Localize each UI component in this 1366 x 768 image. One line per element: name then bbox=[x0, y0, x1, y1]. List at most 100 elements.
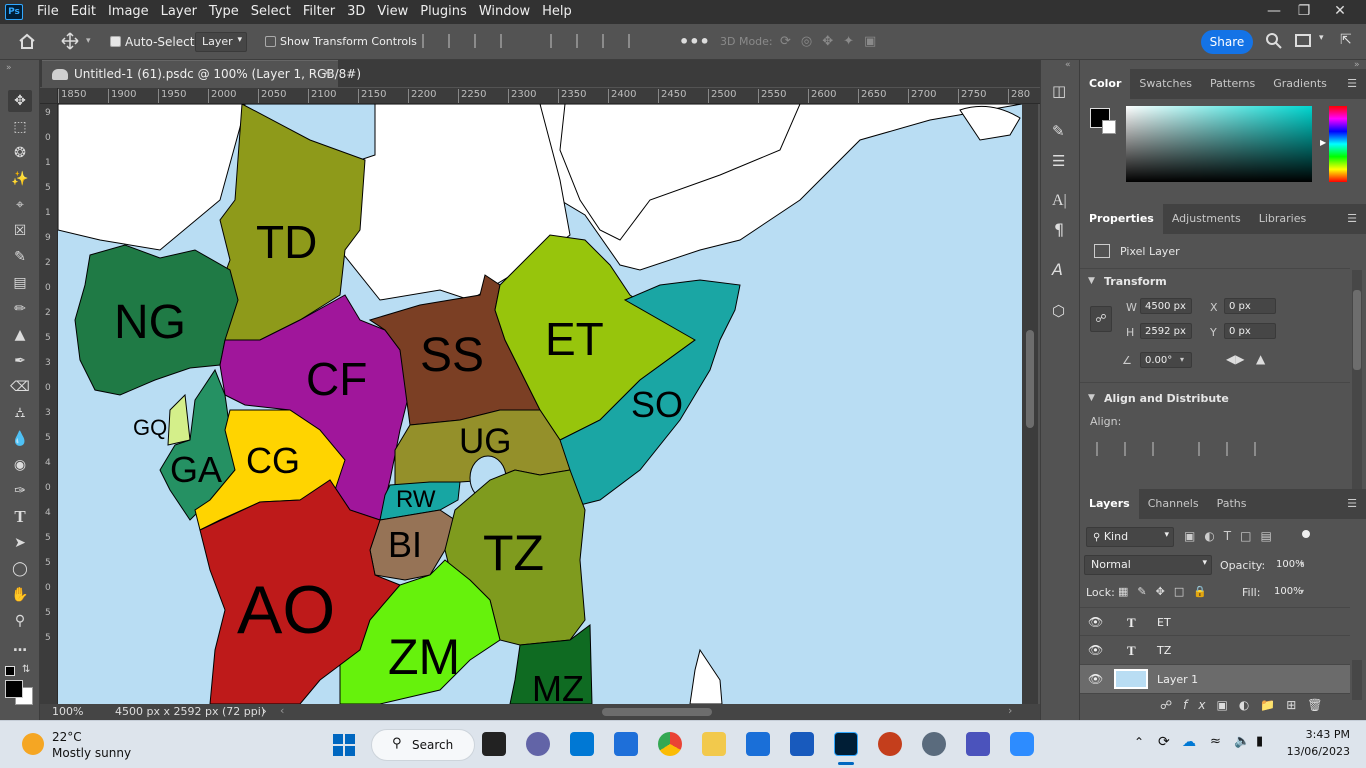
move-tool-icon[interactable]: ✥ bbox=[8, 90, 32, 112]
restore-icon[interactable]: ❐ bbox=[1286, 0, 1322, 24]
volume-icon[interactable]: 🔈 bbox=[1234, 734, 1250, 749]
blur-tool-icon[interactable]: 💧 bbox=[8, 428, 32, 450]
transform-chevron-icon[interactable]: ▼ bbox=[1088, 276, 1095, 286]
zoom-level[interactable]: 100% bbox=[52, 705, 83, 718]
task-view-icon[interactable] bbox=[482, 732, 506, 756]
tab-color[interactable]: Color bbox=[1080, 69, 1131, 99]
menu-file[interactable]: File bbox=[31, 0, 65, 24]
menu-help[interactable]: Help bbox=[536, 0, 578, 24]
properties-scroll-thumb[interactable] bbox=[1353, 290, 1361, 370]
word-icon[interactable] bbox=[790, 732, 814, 756]
default-colors-icon[interactable] bbox=[5, 666, 15, 676]
menu-type[interactable]: Type bbox=[203, 0, 245, 24]
start-icon[interactable] bbox=[333, 734, 355, 756]
zoom-app-icon[interactable] bbox=[1010, 732, 1034, 756]
prop-align-bottom-icon[interactable] bbox=[1254, 442, 1268, 456]
layer-filter-icons[interactable]: ▣◐T□▤ bbox=[1184, 529, 1314, 545]
crop-tool-icon[interactable]: ⌖ bbox=[8, 194, 32, 216]
paint-bucket-tool-icon[interactable]: ⛼ bbox=[8, 402, 32, 424]
layers-footer-icons[interactable]: ☍fx▣◐📁⊞🗑 bbox=[1160, 698, 1350, 714]
clock-time[interactable]: 3:43 PM bbox=[1290, 728, 1350, 741]
tab-properties[interactable]: Properties bbox=[1080, 204, 1163, 234]
layers-menu-icon[interactable]: ☰ bbox=[1338, 489, 1366, 519]
chrome-icon[interactable] bbox=[658, 732, 682, 756]
width-field[interactable]: 4500 px bbox=[1140, 298, 1192, 314]
visibility-eye-icon[interactable]: 👁 bbox=[1088, 636, 1103, 665]
wifi-icon[interactable]: ≈ bbox=[1210, 734, 1221, 749]
tab-gradients[interactable]: Gradients bbox=[1264, 69, 1336, 99]
collapse-panels-icon[interactable]: « bbox=[1065, 60, 1071, 70]
link-dimensions-icon[interactable]: ☍ bbox=[1090, 306, 1112, 332]
file-explorer-icon[interactable] bbox=[702, 732, 726, 756]
status-menu-chevron-icon[interactable]: › bbox=[262, 704, 267, 718]
adjustments-panel-icon[interactable]: ☰ bbox=[1052, 152, 1065, 170]
menu-image[interactable]: Image bbox=[102, 0, 155, 24]
history-brush-tool-icon[interactable]: ✒ bbox=[8, 350, 32, 372]
glyphs-panel-icon[interactable]: A bbox=[1052, 260, 1063, 279]
foreground-color-swatch[interactable] bbox=[5, 680, 23, 698]
workspace-icon[interactable] bbox=[1295, 34, 1311, 47]
hue-slider[interactable] bbox=[1329, 106, 1347, 182]
prop-align-center-icon[interactable] bbox=[1124, 442, 1138, 456]
flip-horizontal-icon[interactable]: ◀▶ bbox=[1226, 352, 1244, 366]
mail-icon[interactable] bbox=[570, 732, 594, 756]
share-export-icon[interactable]: ⇱ bbox=[1340, 32, 1352, 48]
brush-tool-icon[interactable]: ✏ bbox=[8, 298, 32, 320]
menu-view[interactable]: View bbox=[371, 0, 414, 24]
more-options-icon[interactable]: ••• bbox=[679, 32, 710, 51]
tab-channels[interactable]: Channels bbox=[1139, 489, 1208, 519]
menu-select[interactable]: Select bbox=[245, 0, 297, 24]
teams-icon[interactable] bbox=[966, 732, 990, 756]
clock-date[interactable]: 13/06/2023 bbox=[1286, 745, 1350, 758]
menu-window[interactable]: Window bbox=[473, 0, 536, 24]
path-selection-tool-icon[interactable]: ➤ bbox=[8, 532, 32, 554]
search-icon[interactable] bbox=[1265, 32, 1283, 50]
healing-brush-tool-icon[interactable]: ▤ bbox=[8, 272, 32, 294]
auto-select-dropdown[interactable]: Layer ▾ bbox=[195, 32, 247, 52]
document-tab[interactable]: Untitled-1 (61).psdc @ 100% (Layer 1, RG… bbox=[42, 60, 361, 87]
move-tool-icon[interactable] bbox=[60, 32, 80, 50]
home-icon[interactable] bbox=[18, 33, 36, 49]
height-field[interactable]: 2592 px bbox=[1140, 323, 1192, 339]
prop-align-right-icon[interactable] bbox=[1152, 442, 1166, 456]
photoshop-taskbar-icon[interactable] bbox=[834, 732, 858, 756]
menu-layer[interactable]: Layer bbox=[155, 0, 203, 24]
ruler-origin[interactable] bbox=[40, 88, 58, 104]
menu-filter[interactable]: Filter bbox=[297, 0, 341, 24]
weather-icon[interactable] bbox=[22, 733, 44, 755]
angle-field[interactable]: 0.00° bbox=[1140, 352, 1192, 368]
eyedropper-tool-icon[interactable]: ✎ bbox=[8, 246, 32, 268]
layer-row[interactable]: 👁 T TZ bbox=[1080, 636, 1350, 665]
y-field[interactable]: 0 px bbox=[1224, 323, 1276, 339]
chevron-down-icon[interactable]: ▾ bbox=[86, 36, 91, 46]
close-tab-icon[interactable]: ✕ bbox=[322, 66, 332, 80]
dodge-tool-icon[interactable]: ◉ bbox=[8, 454, 32, 476]
clone-stamp-tool-icon[interactable]: ▲ bbox=[8, 324, 32, 346]
flip-vertical-icon[interactable]: ▲ bbox=[1256, 352, 1265, 366]
battery-icon[interactable]: ▮ bbox=[1256, 734, 1263, 749]
horizontal-scroll-thumb[interactable] bbox=[602, 708, 712, 716]
tab-paths[interactable]: Paths bbox=[1208, 489, 1256, 519]
scroll-right-icon[interactable]: › bbox=[1008, 704, 1012, 717]
prop-align-left-icon[interactable] bbox=[1096, 442, 1110, 456]
align-hcenter-icon[interactable] bbox=[448, 34, 462, 48]
color-panel-menu-icon[interactable]: ☰ bbox=[1338, 69, 1366, 99]
tray-chevron-icon[interactable]: ⌃ bbox=[1134, 735, 1144, 749]
3d-panel-icon[interactable]: ⬡ bbox=[1052, 302, 1065, 320]
lock-icons[interactable]: ▦✎✥□🔒 bbox=[1118, 585, 1218, 599]
visibility-eye-icon[interactable]: 👁 bbox=[1088, 608, 1103, 637]
distribute-icon[interactable] bbox=[500, 34, 514, 48]
brush-settings-icon[interactable]: ✎ bbox=[1052, 122, 1065, 140]
magic-wand-tool-icon[interactable]: ✨ bbox=[8, 168, 32, 190]
weather-desc[interactable]: Mostly sunny bbox=[52, 746, 131, 760]
canvas-map[interactable]: TD NG CF SS ET SO UG GQ GA CG RW BI TZ A… bbox=[58, 104, 1022, 704]
hand-tool-icon[interactable]: ✋ bbox=[8, 584, 32, 606]
opacity-field[interactable]: 100% bbox=[1272, 557, 1312, 573]
show-transform-checkbox[interactable] bbox=[265, 36, 276, 47]
collapse-toolbar-icon[interactable]: » bbox=[6, 63, 12, 73]
vertical-scrollbar[interactable] bbox=[1022, 104, 1038, 704]
lockdown-browser-icon[interactable] bbox=[746, 732, 770, 756]
onedrive-icon[interactable]: ☁ bbox=[1182, 734, 1196, 750]
menu-edit[interactable]: Edit bbox=[65, 0, 102, 24]
close-icon[interactable]: ✕ bbox=[1322, 0, 1358, 24]
